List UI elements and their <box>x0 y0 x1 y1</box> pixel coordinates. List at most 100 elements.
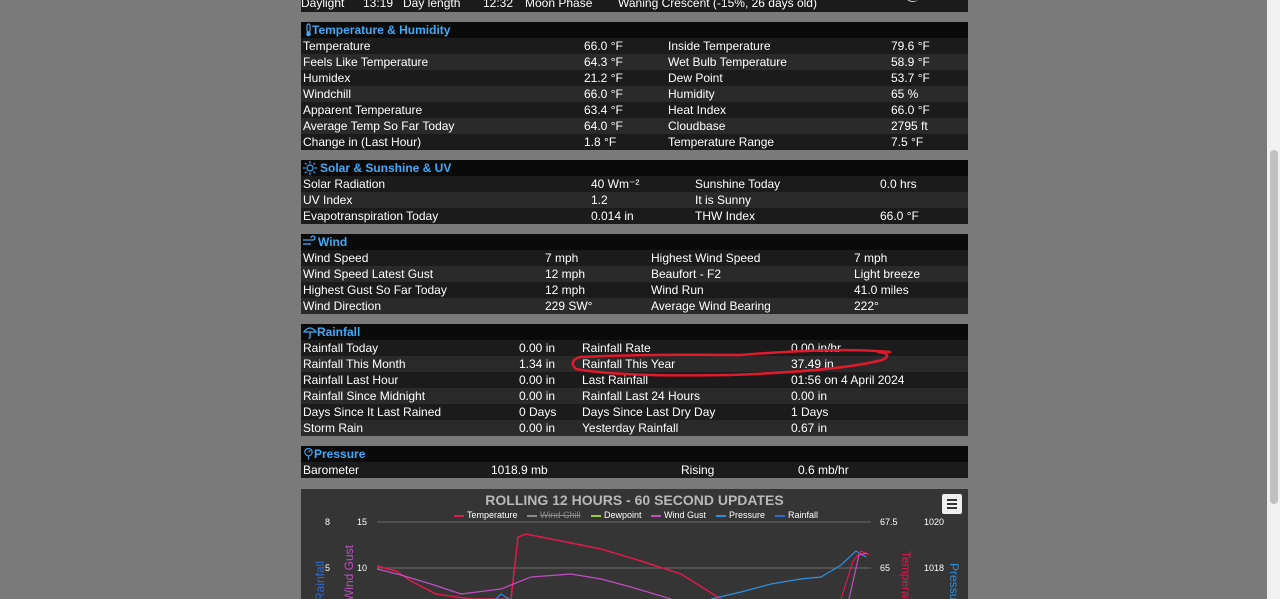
value-left: 12 mph <box>545 267 586 281</box>
day-length-value: 12:32 <box>483 0 514 10</box>
value-right: 0.6 mb/hr <box>798 463 849 477</box>
umbrella-icon <box>303 327 317 339</box>
value-right: 0.0 hrs <box>880 177 917 191</box>
label-left: Rainfall Today <box>303 341 379 355</box>
label-right: Wet Bulb Temperature <box>668 55 787 69</box>
scrollbar-thumb[interactable] <box>1270 150 1278 504</box>
section-header-temperature: Temperature & Humidity <box>301 22 968 38</box>
label-right: Humidity <box>668 87 715 101</box>
label-left: Rainfall This Month <box>303 357 406 371</box>
wind-icon <box>303 235 316 245</box>
table-row: Apparent Temperature 63.4 °F Heat Index 66.… <box>301 102 968 118</box>
chart-plot <box>376 521 871 599</box>
label-right: Days Since Last Dry Day <box>582 405 716 419</box>
value-right: 65 % <box>891 87 919 101</box>
value-left: 12 mph <box>545 283 586 297</box>
label-right: Sunshine Today <box>695 177 781 191</box>
label-left: Average Temp So Far Today <box>303 119 455 133</box>
value-right: Light breeze <box>854 267 921 281</box>
pressure-table: Barometer 1018.9 mb Rising 0.6 mb/hr <box>301 462 968 478</box>
label-left: Evapotranspiration Today <box>303 209 439 223</box>
label-right: Temperature Range <box>668 135 775 149</box>
table-row: Windchill 66.0 °F Humidity 65 % <box>301 86 968 102</box>
value-right: 58.9 °F <box>891 55 930 69</box>
value-left: 0.00 in <box>519 421 556 435</box>
label-left: Wind Speed <box>303 251 369 265</box>
label-left: Windchill <box>303 87 352 101</box>
series-gust-right <box>848 552 868 599</box>
label-right: Rising <box>681 463 715 477</box>
table-row: Rainfall Since Midnight 0.00 in Rainfall L… <box>301 388 968 404</box>
label-right: Dew Point <box>668 71 723 85</box>
table-row: Evapotranspiration Today 0.014 in THW Inde… <box>301 208 968 224</box>
label-right: It is Sunny <box>695 193 752 207</box>
section-title: Solar & Sunshine & UV <box>320 161 452 175</box>
label-right: Highest Wind Speed <box>651 251 761 265</box>
table-row: Solar Radiation 40 Wm⁻² Sunshine Today 0.0 … <box>301 176 968 192</box>
label-right: Inside Temperature <box>668 39 771 53</box>
value-left: 40 Wm⁻² <box>591 177 640 191</box>
table-row: Wind Direction 229 SW° Average Wind Bearin… <box>301 298 968 314</box>
red-circle-annotation <box>571 348 892 377</box>
label-right: Wind Run <box>651 283 704 297</box>
label-right: Cloudbase <box>668 119 726 133</box>
label-left: Barometer <box>303 463 360 477</box>
label-left: Humidex <box>303 71 351 85</box>
day-length-label: Day length <box>403 0 461 10</box>
label-left: Change in (Last Hour) <box>303 135 422 149</box>
value-right: 1 Days <box>791 405 829 419</box>
moon-phase-value: Waning Crescent (-15%, 26 days old) <box>618 0 817 10</box>
label-right: Yesterday Rainfall <box>582 421 679 435</box>
table-row: Wind Speed 7 mph Highest Wind Speed 7 mph <box>301 250 968 266</box>
table-row: Highest Gust So Far Today 12 mph Wind Run 4… <box>301 282 968 298</box>
value-left: 0 Days <box>519 405 557 419</box>
label-left: UV Index <box>303 193 353 207</box>
section-title: Temperature & Humidity <box>312 23 451 37</box>
label-left: Temperature <box>303 39 371 53</box>
label-left: Feels Like Temperature <box>303 55 429 69</box>
section-title: Wind <box>318 235 348 249</box>
value-right: 2795 ft <box>891 119 928 133</box>
label-left: Highest Gust So Far Today <box>303 283 447 297</box>
table-row: Barometer 1018.9 mb Rising 0.6 mb/hr <box>301 462 968 478</box>
page-scrollbar[interactable] <box>1267 0 1280 599</box>
label-left: Rainfall Since Midnight <box>303 389 426 403</box>
table-row: UV Index 1.2 It is Sunny <box>301 192 968 208</box>
label-left: Wind Direction <box>303 299 382 313</box>
moon-phase-label: Moon Phase <box>525 0 593 10</box>
label-left: Rainfall Last Hour <box>303 373 399 387</box>
value-right: 53.7 °F <box>891 71 930 85</box>
value-right: 7 mph <box>854 251 888 265</box>
table-row: Humidex 21.2 °F Dew Point 53.7 °F <box>301 70 968 86</box>
series-temperature-line <box>376 533 722 599</box>
daylight-value: 13:19 <box>363 0 394 10</box>
value-left: 64.3 °F <box>584 55 623 69</box>
daylight-label: Daylight <box>301 0 345 10</box>
section-header-pressure: Pressure <box>301 446 968 462</box>
value-right: 0.00 in <box>791 389 828 403</box>
label-right: THW Index <box>695 209 756 223</box>
weather-panel: Daylight 13:19 Day length 12:32 Moon Pha… <box>301 0 968 478</box>
label-left: Wind Speed Latest Gust <box>303 267 434 281</box>
table-row: Change in (Last Hour) 1.8 °F Temperature R… <box>301 134 968 150</box>
section-header-rainfall: Rainfall <box>301 324 968 340</box>
table-row: Wind Speed Latest Gust 12 mph Beaufort - F… <box>301 266 968 282</box>
value-left: 64.0 °F <box>584 119 623 133</box>
value-right: 66.0 °F <box>880 209 919 223</box>
value-left: 63.4 °F <box>584 103 623 117</box>
value-left: 66.0 °F <box>584 39 623 53</box>
value-left: 1018.9 mb <box>491 463 548 477</box>
value-right: 41.0 miles <box>854 283 909 297</box>
value-right: 66.0 °F <box>891 103 930 117</box>
value-left: 0.00 in <box>519 373 556 387</box>
value-left: 229 SW° <box>545 299 593 313</box>
label-right: Rainfall Last 24 Hours <box>582 389 701 403</box>
wind-table: Wind Speed 7 mph Highest Wind Speed 7 mph Wi… <box>301 250 968 314</box>
table-row: Average Temp So Far Today 64.0 °F Cloudbas… <box>301 118 968 134</box>
daylight-row: Daylight 13:19 Day length 12:32 Moon Pha… <box>301 0 968 12</box>
value-left: 0.00 in <box>519 389 556 403</box>
label-left: Apparent Temperature <box>303 103 423 117</box>
sun-icon <box>303 161 317 175</box>
value-left: 0.014 in <box>591 209 634 223</box>
value-left: 0.00 in <box>519 341 556 355</box>
